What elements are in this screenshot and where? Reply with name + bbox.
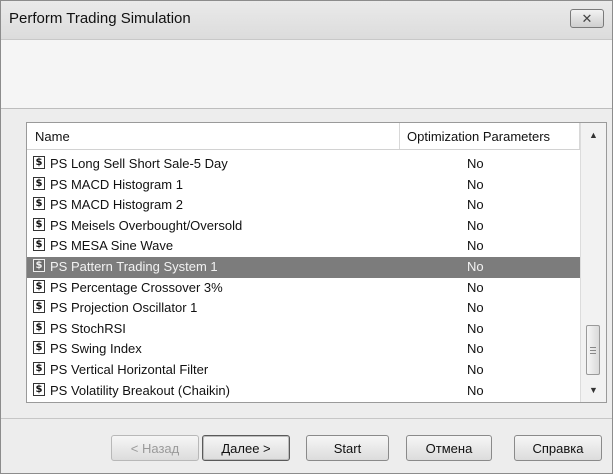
dollar-sign-icon: $ xyxy=(33,341,45,355)
list-item-name: PS Vertical Horizontal Filter xyxy=(50,361,209,377)
list-item-optimization: No xyxy=(467,176,484,192)
cancel-button[interactable]: Отмена xyxy=(406,435,492,461)
list-item-name: PS MESA Sine Wave xyxy=(50,238,174,254)
dollar-sign-icon: $ xyxy=(33,176,45,190)
list-item[interactable]: $ PS Volatility Breakout (Chaikin) No xyxy=(27,381,580,402)
list-item[interactable]: $ PS Swing Index No xyxy=(27,339,580,360)
close-button[interactable]: ✕ xyxy=(570,9,604,28)
list-item-name: PS MACD Histogram 1 xyxy=(50,176,183,192)
window-title: Perform Trading Simulation xyxy=(9,10,191,27)
list-rows: $ PS Long Sell Short Sale-5 Day No $ PS MACD… xyxy=(27,154,580,401)
list-item-optimization: No xyxy=(467,258,484,274)
grip-line xyxy=(590,353,596,354)
list-item[interactable]: $ PS MACD Histogram 2 No xyxy=(27,195,580,216)
list-item[interactable]: $ PS Long Sell Short Sale-5 Day No xyxy=(27,154,580,175)
list-item-name: PS Percentage Crossover 3% xyxy=(50,279,223,295)
system-list[interactable]: Name Optimization Parameters $ PS Long Se… xyxy=(26,122,607,403)
list-item-optimization: No xyxy=(467,156,484,171)
list-item[interactable]: $ PS MESA Sine Wave No xyxy=(27,236,580,257)
wizard-header-area xyxy=(1,40,612,109)
list-item[interactable]: $ PS Percentage Crossover 3% No xyxy=(27,278,580,299)
dialog-window: Perform Trading Simulation ✕ Name Optimi… xyxy=(0,0,613,474)
list-item-name: PS Volatility Breakout (Chaikin) xyxy=(50,382,230,398)
list-item-name: PS StochRSI xyxy=(50,320,126,336)
list-item-optimization: No xyxy=(467,300,484,316)
list-item[interactable]: $ PS Projection Oscillator 1 No xyxy=(27,298,580,319)
list-item-optimization: No xyxy=(467,197,484,213)
footer-divider xyxy=(1,418,612,419)
dollar-sign-icon: $ xyxy=(33,197,45,211)
list-item-optimization: No xyxy=(467,279,484,295)
next-button[interactable]: Далее > xyxy=(202,435,290,461)
close-icon: ✕ xyxy=(581,10,593,26)
scrollbar-thumb[interactable] xyxy=(586,325,600,375)
list-item-name: PS Meisels Overbought/Oversold xyxy=(50,217,243,233)
list-item-optimization: No xyxy=(467,320,484,336)
list-item-optimization: No xyxy=(467,217,484,233)
dollar-sign-icon: $ xyxy=(33,258,45,272)
list-item-name: PS Pattern Trading System 1 xyxy=(50,258,218,274)
dollar-sign-icon: $ xyxy=(33,300,45,314)
dollar-sign-icon: $ xyxy=(33,156,45,169)
chevron-up-icon[interactable]: ▲ xyxy=(581,125,606,145)
column-header-optimization[interactable]: Optimization Parameters xyxy=(407,129,550,144)
list-item-optimization: No xyxy=(467,361,484,377)
title-bar: Perform Trading Simulation ✕ xyxy=(1,1,612,40)
dollar-sign-icon: $ xyxy=(33,279,45,293)
dollar-sign-icon: $ xyxy=(33,320,45,334)
list-item[interactable]: $ PS Meisels Overbought/Oversold No xyxy=(27,216,580,237)
back-button[interactable]: < Назад xyxy=(111,435,199,461)
start-button[interactable]: Start xyxy=(306,435,389,461)
list-item-name: PS Long Sell Short Sale-5 Day xyxy=(50,156,228,171)
list-item-optimization: No xyxy=(467,382,484,398)
list-header: Name Optimization Parameters xyxy=(27,123,580,150)
grip-line xyxy=(590,347,596,348)
column-header-name[interactable]: Name xyxy=(35,129,70,144)
list-item[interactable]: $ PS Vertical Horizontal Filter No xyxy=(27,360,580,381)
dollar-sign-icon: $ xyxy=(33,382,45,396)
column-divider[interactable] xyxy=(399,123,400,149)
list-item-name: PS Projection Oscillator 1 xyxy=(50,300,198,316)
list-item[interactable]: $ PS Pattern Trading System 1 No xyxy=(27,256,580,278)
list-item[interactable]: $ PS StochRSI No xyxy=(27,319,580,340)
list-item-optimization: No xyxy=(467,238,484,254)
help-button[interactable]: Справка xyxy=(514,435,602,461)
list-item[interactable]: $ PS MACD Histogram 1 No xyxy=(27,175,580,196)
grip-line xyxy=(590,350,596,351)
dollar-sign-icon: $ xyxy=(33,217,45,231)
list-item-name: PS MACD Histogram 2 xyxy=(50,197,183,213)
vertical-scrollbar[interactable]: ▲ ▼ xyxy=(580,123,606,402)
dollar-sign-icon: $ xyxy=(33,361,45,375)
dollar-sign-icon: $ xyxy=(33,238,45,252)
list-item-name: PS Swing Index xyxy=(50,341,142,357)
chevron-down-icon[interactable]: ▼ xyxy=(581,380,606,400)
list-item-optimization: No xyxy=(467,341,484,357)
